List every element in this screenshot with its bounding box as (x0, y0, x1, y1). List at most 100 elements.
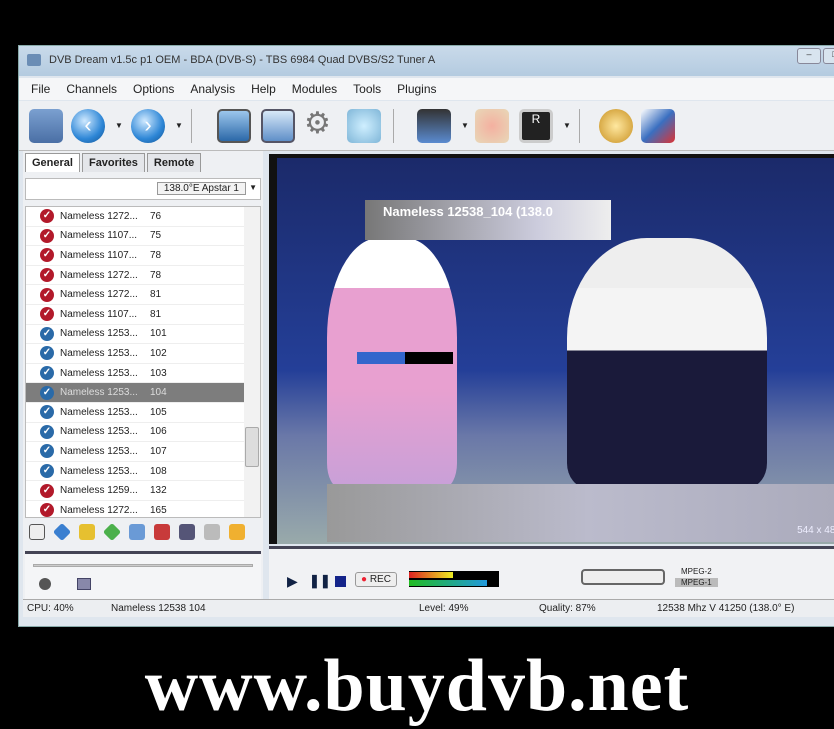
satellite-select[interactable]: 138.0°E Apstar 1 ▼ (25, 178, 261, 200)
stop-record-icon[interactable] (475, 109, 509, 143)
minimize-button[interactable]: – (797, 48, 821, 64)
channel-row[interactable]: ✓ Nameless 1107... 81 (26, 305, 260, 325)
audio-codec-label: MPEG-1 (675, 578, 718, 587)
warning-icon[interactable] (79, 524, 95, 540)
recorder-icon[interactable]: R (519, 109, 553, 143)
channel-type-icon: ✓ (40, 268, 54, 283)
channel-number: 75 (150, 230, 162, 242)
channel-number: 101 (150, 328, 167, 340)
menu-analysis[interactable]: Analysis (190, 82, 235, 100)
channel-row[interactable]: ✓ Nameless 1272... 165 (26, 501, 260, 517)
channel-name: Nameless 1107... (60, 308, 138, 320)
tab-favorites[interactable]: Favorites (81, 153, 145, 172)
epg-icon[interactable] (641, 109, 675, 143)
tools-icon[interactable] (179, 524, 195, 540)
channel-row[interactable]: ✓ Nameless 1253... 104 (26, 383, 260, 403)
video-frame: Nameless 12538_104 (138.0 544 x 480 (277, 158, 834, 544)
play-icon[interactable]: ▶ (287, 573, 298, 590)
channel-list: ✓ Nameless 1272... 76 ✓ Nameless 1107... 75 ✓ N… (25, 206, 261, 518)
menu-file[interactable]: File (31, 82, 50, 100)
channel-type-icon: ✓ (40, 307, 54, 322)
back-icon[interactable]: ‹ (71, 109, 105, 143)
tab-general[interactable]: General (25, 153, 80, 172)
list-toolbar (25, 521, 261, 545)
status-bar: CPU: 40% Nameless 12538 104 Level: 49% Q… (23, 599, 834, 617)
green-diamond-icon[interactable] (102, 522, 122, 542)
mute-icon[interactable] (39, 578, 51, 590)
stop-icon[interactable] (335, 576, 346, 587)
channel-number: 105 (150, 406, 167, 418)
forward-icon[interactable]: › (131, 109, 165, 143)
scrollbar[interactable] (244, 207, 260, 517)
channel-row[interactable]: ✓ Nameless 1107... 78 (26, 246, 260, 266)
channel-type-icon: ✓ (40, 287, 54, 302)
channel-row[interactable]: ✓ Nameless 1253... 101 (26, 325, 260, 345)
volume-slider[interactable] (25, 551, 261, 603)
channel-number: 78 (150, 249, 162, 261)
channel-name: Nameless 1253... (60, 445, 138, 457)
channel-row[interactable]: ✓ Nameless 1253... 102 (26, 344, 260, 364)
channel-row[interactable]: ✓ Nameless 1272... 81 (26, 285, 260, 305)
tab-remote[interactable]: Remote (146, 153, 202, 172)
channel-row[interactable]: ✓ Nameless 1253... 108 (26, 462, 260, 482)
watermark-url: www.buydvb.net (144, 645, 690, 727)
toolbar: ‹ ▼ › ▼ ⚙ ▼ R ▼ (19, 101, 834, 151)
channel-name: Nameless 1253... (60, 387, 138, 399)
channel-panel: General Favorites Remote 138.0°E Apstar … (23, 151, 263, 603)
record-button[interactable]: ● REC (355, 572, 397, 587)
timer-icon[interactable] (599, 109, 633, 143)
heart-icon[interactable] (154, 524, 170, 540)
folder-icon[interactable] (229, 524, 245, 540)
channel-number: 102 (150, 347, 167, 359)
channel-name: Nameless 1253... (60, 406, 138, 418)
channel-row[interactable]: ✓ Nameless 1272... 78 (26, 266, 260, 286)
window-icon[interactable] (261, 109, 295, 143)
channel-name: Nameless 1272... (60, 504, 138, 516)
arrow-down-icon[interactable] (129, 524, 145, 540)
audio-icon[interactable] (77, 578, 91, 590)
menu-modules[interactable]: Modules (292, 82, 337, 100)
pause-icon[interactable]: ❚❚ (309, 573, 331, 589)
channel-number: 108 (150, 465, 167, 477)
channel-row[interactable]: ✓ Nameless 1253... 106 (26, 423, 260, 443)
diamond-icon[interactable] (52, 522, 72, 542)
export-icon[interactable] (204, 524, 220, 540)
channel-row[interactable]: ✓ Nameless 1253... 107 (26, 442, 260, 462)
channel-number: 104 (150, 387, 167, 399)
channel-number: 76 (150, 210, 162, 222)
title-bar: DVB Dream v1.5c p1 OEM - BDA (DVB-S) - T… (19, 46, 834, 76)
app-icon (27, 54, 41, 66)
channel-row[interactable]: ✓ Nameless 1253... 105 (26, 403, 260, 423)
chevron-down-icon: ▼ (249, 183, 257, 192)
channel-row[interactable]: ✓ Nameless 1107... 75 (26, 227, 260, 247)
channel-type-icon: ✓ (40, 444, 54, 459)
channel-type-icon: ✓ (40, 385, 54, 400)
menu-options[interactable]: Options (133, 82, 174, 100)
clapperboard-icon[interactable] (417, 109, 451, 143)
channel-type-icon: ✓ (40, 248, 54, 263)
channel-name: Nameless 1272... (60, 289, 138, 301)
open-folder-icon[interactable] (29, 109, 63, 143)
channel-type-icon: ✓ (40, 503, 54, 517)
menu-help[interactable]: Help (251, 82, 276, 100)
menu-tools[interactable]: Tools (353, 82, 381, 100)
channel-name: Nameless 1253... (60, 367, 138, 379)
menu-channels[interactable]: Channels (66, 82, 117, 100)
channel-name: Nameless 1259... (60, 485, 138, 497)
channel-row[interactable]: ✓ Nameless 1253... 103 (26, 364, 260, 384)
channel-type-icon: ✓ (40, 228, 54, 243)
monitor-icon[interactable] (217, 109, 251, 143)
channel-name: Nameless 1253... (60, 328, 138, 340)
maximize-button[interactable]: □ (823, 48, 834, 64)
channel-type-icon: ✓ (40, 424, 54, 439)
globe-icon[interactable] (347, 109, 381, 143)
channel-name: Nameless 1272... (60, 210, 138, 222)
cpu-status: CPU: 40% (27, 603, 74, 614)
channel-row[interactable]: ✓ Nameless 1272... 76 (26, 207, 260, 227)
channel-row[interactable]: ✓ Nameless 1259... 132 (26, 481, 260, 501)
gear-icon[interactable]: ⚙ (304, 109, 338, 143)
minus-icon[interactable] (29, 524, 45, 540)
menu-plugins[interactable]: Plugins (397, 82, 436, 100)
video-panel[interactable]: Nameless 12538_104 (138.0 544 x 480 (269, 154, 834, 544)
app-window: DVB Dream v1.5c p1 OEM - BDA (DVB-S) - T… (18, 45, 834, 627)
